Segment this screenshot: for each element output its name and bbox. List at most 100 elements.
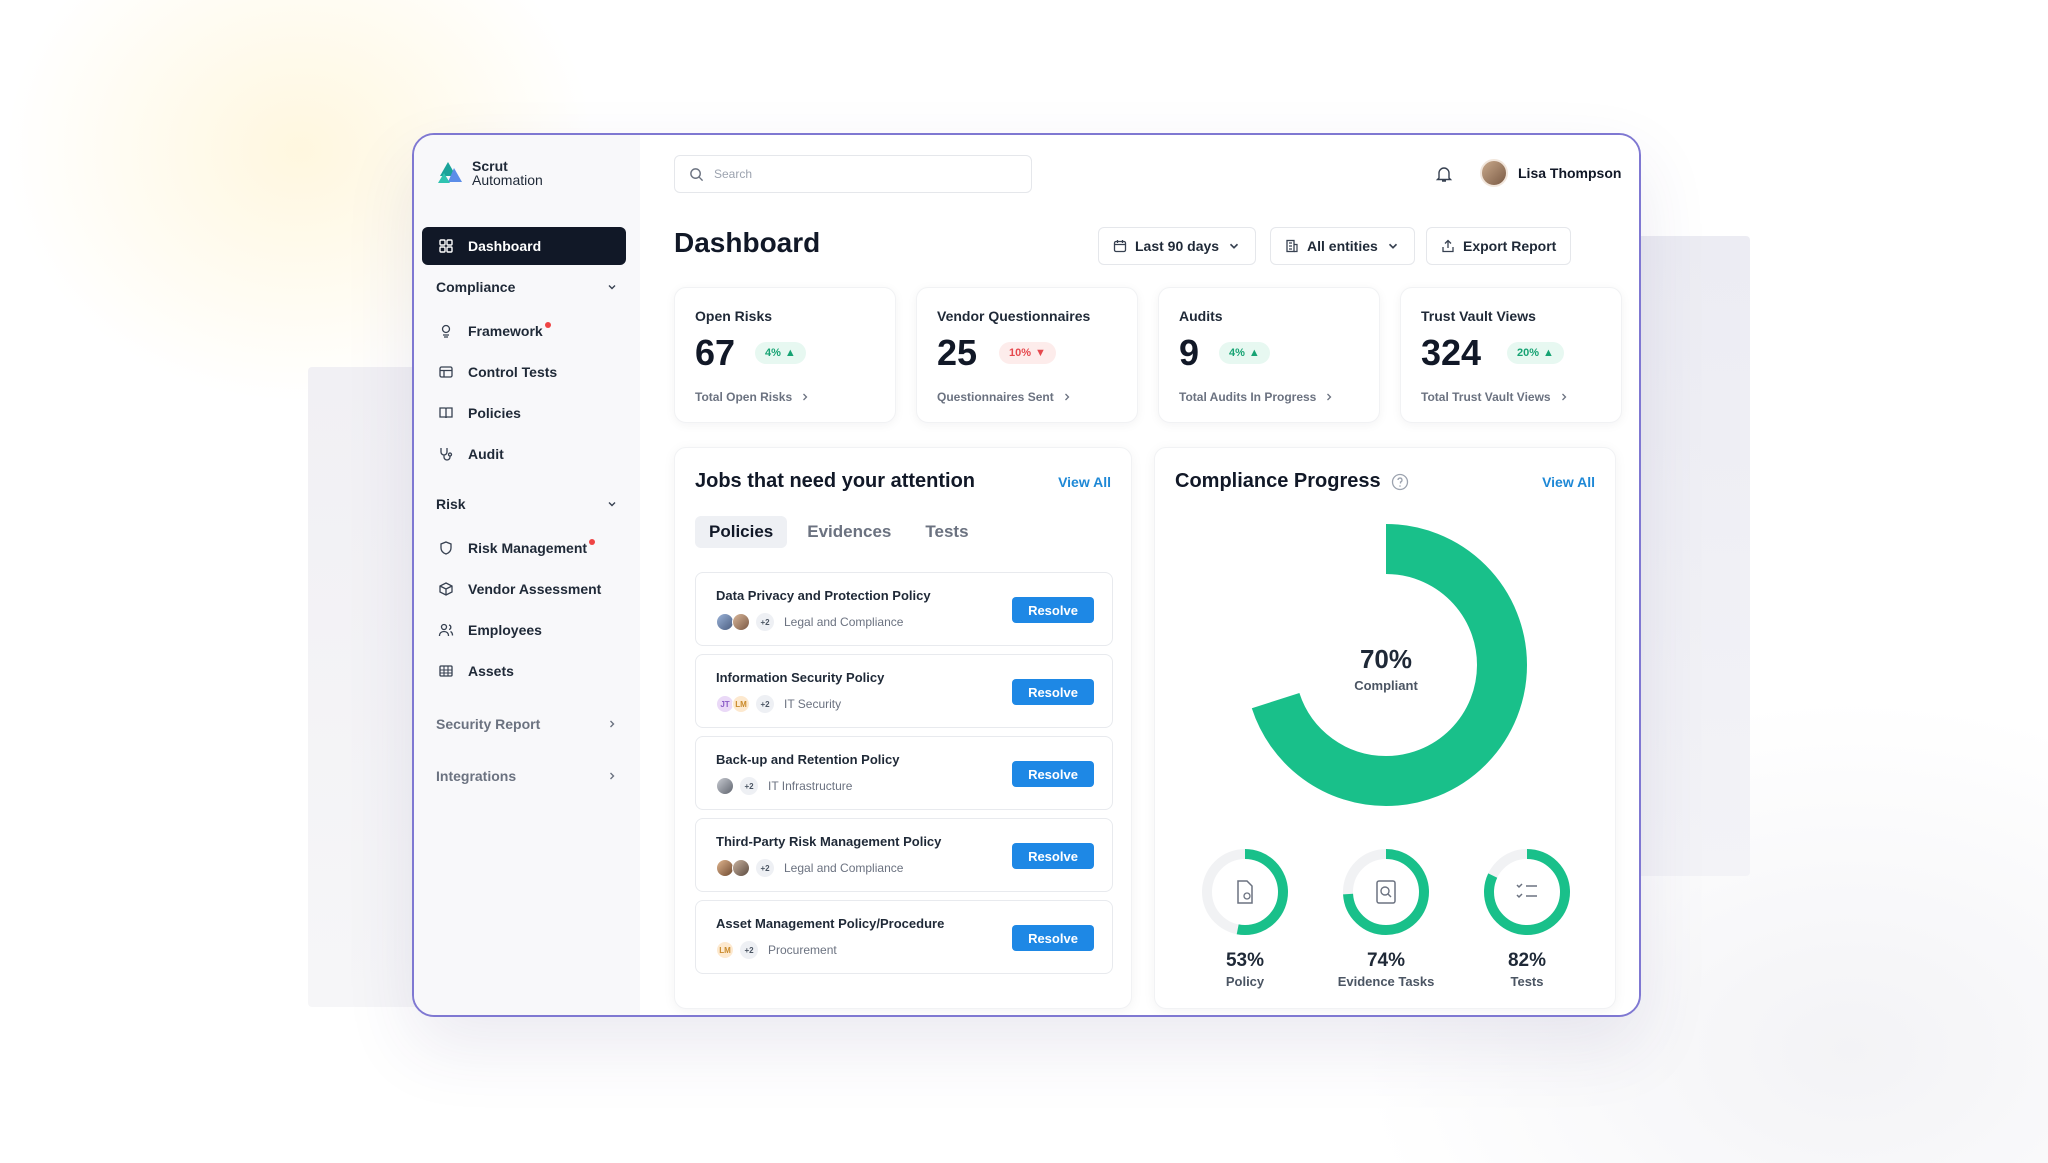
sidebar-item-audit[interactable]: Audit [422,435,626,473]
policy-gauge [1202,849,1288,935]
gauge-evidence-tasks[interactable]: 74% Evidence Tasks [1316,848,1456,989]
compliance-label: Compliant [1354,678,1418,693]
chevron-right-icon [1561,393,1567,401]
framework-icon [441,324,451,338]
avatar [732,859,750,877]
sidebar-item-framework[interactable]: Framework [422,312,626,350]
compliance-view-all-link[interactable]: View All [1542,474,1595,490]
resolve-button[interactable]: Resolve [1012,925,1094,951]
search-input[interactable]: Search [674,155,1032,193]
jobs-view-all-link[interactable]: View All [1058,474,1111,490]
job-category: Legal and Compliance [784,861,904,875]
avatar-initials: LM [716,941,734,959]
user-menu[interactable]: Lisa Thompson [1480,159,1621,187]
sidebar-item-dashboard[interactable]: Dashboard [422,227,626,265]
more-assignees-badge: +2 [740,941,758,959]
export-report-button[interactable]: Export Report [1426,227,1572,265]
policy-doc-icon [1237,880,1253,904]
compliance-panel-title: Compliance Progress [1175,470,1409,493]
jobs-tabs: Policies Evidences Tests [695,516,983,548]
sidebar-item-assets[interactable]: Assets [422,652,626,690]
job-category: Procurement [768,943,837,957]
sidebar-item-integrations[interactable]: Integrations [436,764,618,788]
shield-icon [440,541,452,555]
stethoscope-icon [440,448,453,461]
building-icon [1286,239,1298,253]
chevron-down-icon [1229,243,1239,249]
tab-evidences[interactable]: Evidences [793,516,905,548]
sidebar-item-vendor-assessment[interactable]: Vendor Assessment [422,570,626,608]
sidebar-item-label: Employees [468,622,542,638]
job-meta: +2 Legal and Compliance [716,859,903,877]
gauge-value: 53% [1225,950,1265,971]
job-meta: JT LM +2 IT Security [716,695,841,713]
stat-value: 9 [1179,332,1200,373]
job-item[interactable]: Back-up and Retention Policy +2 IT Infra… [695,736,1113,810]
dashboard-grid-icon [439,239,453,253]
job-meta: +2 IT Infrastructure [716,777,852,795]
arrow-up-icon: ▲ [1248,347,1260,359]
job-item[interactable]: Third-Party Risk Management Policy +2 Le… [695,818,1113,892]
date-filter-dropdown[interactable]: Last 90 days [1098,227,1257,265]
stat-link[interactable]: Total Audits In Progress [1179,390,1334,404]
export-icon [1442,239,1454,253]
tab-policies[interactable]: Policies [695,516,788,548]
stat-card-open-risks[interactable]: Open Risks 67 4% ▲ Total Open Risks [674,287,896,423]
scrut-logo-icon [438,162,462,183]
sidebar-item-control-tests[interactable]: Control Tests [422,353,626,391]
gauge-label: Policy [1225,974,1265,989]
chevron-right-icon [610,772,615,780]
job-meta: LM +2 Procurement [716,941,837,959]
logo-name-line2: Automation [472,172,543,188]
sidebar-item-employees[interactable]: Employees [422,611,626,649]
job-category: IT Infrastructure [768,779,853,793]
avatar [1480,159,1508,187]
chevron-right-icon [803,393,808,401]
compliance-percent: 70% [1359,644,1413,674]
search-placeholder: Search [714,167,753,181]
sidebar-item-risk-management[interactable]: Risk Management [422,529,626,567]
app-logo[interactable]: Scrut Automation [436,159,543,187]
resolve-button[interactable]: Resolve [1012,761,1094,787]
sidebar-item-policies[interactable]: Policies [422,394,626,432]
resolve-button[interactable]: Resolve [1012,679,1094,705]
arrow-up-icon: ▲ [784,347,796,359]
stat-link[interactable]: Total Open Risks [695,390,810,404]
job-item[interactable]: Data Privacy and Protection Policy +2 Le… [695,572,1113,646]
resolve-button[interactable]: Resolve [1012,597,1094,623]
entity-filter-label: All entities [1307,238,1378,254]
job-item[interactable]: Information Security Policy JT LM +2 IT … [695,654,1113,728]
gauge-policy[interactable]: 53% Policy [1175,848,1315,989]
control-tests-icon [439,366,453,378]
sidebar: Scrut Automation Dashboard Compliance Fr… [414,135,640,1015]
avatar-initials: LM [732,695,750,713]
job-category: Legal and Compliance [784,615,904,629]
calendar-icon [1113,240,1127,253]
stat-card-trust-vault-views[interactable]: Trust Vault Views 324 20% ▲ Total Trust V… [1400,287,1622,423]
help-icon[interactable] [1391,473,1409,491]
tab-tests[interactable]: Tests [911,516,982,548]
notification-dot [589,539,596,545]
stat-link[interactable]: Total Trust Vault Views [1421,390,1569,404]
jobs-panel: Jobs that need your attention View All P… [674,447,1132,1009]
stat-title: Trust Vault Views [1421,308,1536,324]
sidebar-section-compliance[interactable]: Compliance [436,275,618,299]
avatar [732,613,750,631]
gauge-tests[interactable]: 82% Tests [1457,848,1597,989]
resolve-button[interactable]: Resolve [1012,843,1094,869]
stat-link[interactable]: Questionnaires Sent [937,390,1072,404]
tests-gauge [1484,849,1570,935]
gauge-value: 74% [1366,950,1406,971]
bell-icon[interactable] [1435,165,1453,183]
job-meta: +2 Legal and Compliance [716,613,903,631]
change-badge: 20% ▲ [1507,342,1564,364]
search-icon [690,167,704,181]
sidebar-section-risk[interactable]: Risk [436,492,618,516]
stat-card-audits[interactable]: Audits 9 4% ▲ Total Audits In Progress [1158,287,1380,423]
more-assignees-badge: +2 [756,695,774,713]
stat-card-vendor-questionnaires[interactable]: Vendor Questionnaires 25 10% ▼ Questionna… [916,287,1138,423]
entity-filter-dropdown[interactable]: All entities [1270,227,1415,265]
job-item[interactable]: Asset Management Policy/Procedure LM +2 … [695,900,1113,974]
sidebar-item-security-report[interactable]: Security Report [436,712,618,736]
gauge-label: Tests [1510,974,1544,989]
